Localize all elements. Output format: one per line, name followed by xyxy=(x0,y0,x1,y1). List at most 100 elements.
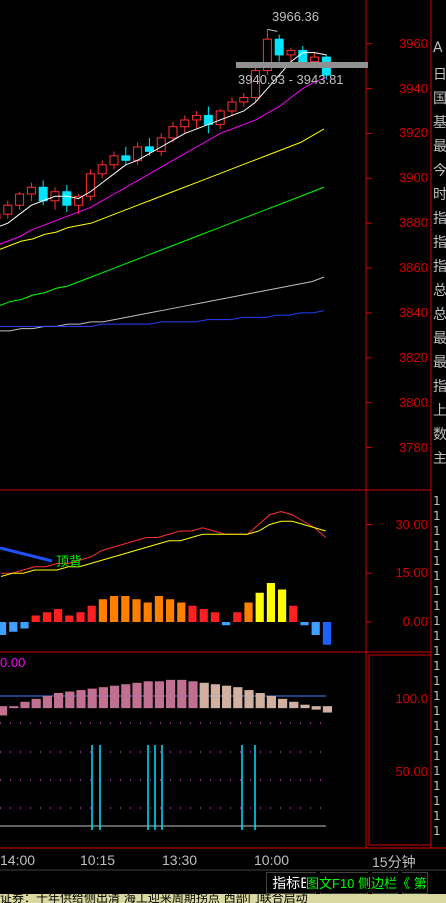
sidebar-number-char: 1 xyxy=(433,629,441,643)
high-price-label: 3966.36 xyxy=(272,9,319,24)
sidebar-number-char: 1 xyxy=(433,719,441,733)
macd-histogram-bar xyxy=(300,622,309,626)
sidebar-number-char: 1 xyxy=(433,554,441,568)
macd-histogram-bar xyxy=(65,615,74,622)
kdj-bar xyxy=(143,681,153,709)
sidebar-number-char: 1 xyxy=(433,734,441,748)
sidebar-number-char: 1 xyxy=(433,599,441,613)
candle-body xyxy=(26,186,36,195)
macd-dea-line xyxy=(0,520,326,577)
ma-line-ma10 xyxy=(0,76,327,245)
sidebar-item-char[interactable]: 数 xyxy=(433,424,446,444)
high-marker-line xyxy=(267,28,278,32)
candle-body xyxy=(274,38,284,56)
sidebar-item-char[interactable]: 指 xyxy=(433,376,446,396)
kdj-bar xyxy=(289,701,299,709)
kdj-bar xyxy=(300,704,310,709)
macd-histogram-bar xyxy=(322,622,331,645)
kdj-bar xyxy=(20,701,30,709)
candle-body xyxy=(180,119,190,128)
macd-histogram-bar xyxy=(222,622,231,626)
candle-body xyxy=(38,186,48,202)
period-label: 15分钟 xyxy=(372,854,416,870)
sidebar-number-char: 1 xyxy=(433,659,441,673)
kdj-axis-label: 100.0 xyxy=(395,690,428,706)
macd-histogram-bar xyxy=(188,605,197,622)
sidebar-item-char[interactable]: 基 xyxy=(433,112,446,132)
sidebar-item-char[interactable]: 指 xyxy=(433,208,446,228)
sidebar-item-char[interactable]: 最 xyxy=(433,328,446,348)
price-axis-label: 3900 xyxy=(399,170,428,186)
candle-body xyxy=(286,49,296,56)
range-price-label: 3940.93 - 3943.81 xyxy=(238,72,344,87)
kdj-bar xyxy=(121,684,131,709)
sidebar-item-char[interactable]: 主 xyxy=(433,448,446,468)
time-axis-label: 14:00 xyxy=(0,852,36,868)
macd-histogram-bar xyxy=(210,612,219,622)
candle-body xyxy=(144,146,154,152)
kdj-bar xyxy=(132,682,142,709)
macd-histogram-bar xyxy=(54,609,63,622)
sidebar-item-char[interactable]: 指 xyxy=(433,256,446,276)
macd-histogram-bar xyxy=(9,622,18,632)
macd-histogram-bar xyxy=(233,612,242,622)
candle-body xyxy=(3,204,13,215)
sidebar-item-char[interactable]: 今 xyxy=(433,160,446,180)
kdj-bar xyxy=(54,693,64,709)
candle-body xyxy=(227,101,237,112)
price-axis-label: 3860 xyxy=(399,260,428,276)
sidebar-number-char: 1 xyxy=(433,494,441,508)
sidebar-item-char[interactable]: 指 xyxy=(433,232,446,252)
price-axis-label: 3780 xyxy=(399,439,428,455)
kdj-bar xyxy=(9,706,19,709)
macd-histogram-bar xyxy=(255,592,264,622)
price-axis-label: 3920 xyxy=(399,125,428,141)
sidebar-item-char[interactable]: 最 xyxy=(433,136,446,156)
kdj-bar xyxy=(199,682,209,709)
range-bar xyxy=(236,62,368,68)
macd-histogram-bar xyxy=(154,596,163,622)
time-axis-label: 13:30 xyxy=(162,852,198,868)
macd-histogram-bar xyxy=(20,622,29,629)
kdj-axis-box xyxy=(368,654,432,846)
candle-body xyxy=(62,191,72,206)
macd-histogram-bar xyxy=(87,605,96,622)
price-axis-label: 3820 xyxy=(399,349,428,365)
sidebar-number-char: 1 xyxy=(433,539,441,553)
sidebar-item-char[interactable]: 时 xyxy=(433,184,446,204)
kdj-bar xyxy=(311,706,321,710)
sidebar-number-char: 1 xyxy=(433,824,441,838)
macd-histogram-bar xyxy=(278,589,287,622)
sidebar-number-char: 1 xyxy=(433,764,441,778)
time-axis-label: 10:00 xyxy=(254,852,290,868)
candle-body xyxy=(310,56,320,63)
f10-sidebar-link[interactable]: 图文F10 侧边栏《 第 xyxy=(306,873,427,892)
sidebar-number-char: 1 xyxy=(433,794,441,808)
sidebar-item-char[interactable]: 最 xyxy=(433,352,446,372)
sidebar-item-char[interactable]: 国 xyxy=(433,88,446,108)
macd-histogram-bar xyxy=(98,599,107,622)
candle-body xyxy=(97,164,107,175)
stock-chart-window: 3960 3940 3920 3900 3880 3860 3840 3820 3800 3780… xyxy=(0,0,446,903)
kdj-bar xyxy=(42,695,52,709)
kdj-bar xyxy=(322,706,332,713)
kdj-bar xyxy=(87,688,97,709)
news-ticker[interactable]: 证券：十年供给侧出清 海工迎来周期拐点 西部门联合启动 xyxy=(0,894,446,903)
sidebar-item-char[interactable]: A xyxy=(433,40,446,56)
sidebar-item-char[interactable]: 日 xyxy=(433,64,446,84)
kdj-bar xyxy=(177,679,187,709)
kdj-bar xyxy=(222,685,232,709)
sidebar-item-char[interactable]: 总 xyxy=(433,304,446,324)
sidebar-number-char: 1 xyxy=(433,644,441,658)
ma-line-ma60 xyxy=(0,276,325,332)
sidebar-number-char: 1 xyxy=(433,749,441,763)
sidebar-item-char[interactable]: 上 xyxy=(433,400,446,420)
sidebar-item-char[interactable]: 总 xyxy=(433,280,446,300)
candle-body xyxy=(298,49,308,63)
price-axis-label: 3960 xyxy=(399,35,428,51)
sidebar-number-char: 1 xyxy=(433,809,441,823)
ma-line-ma120 xyxy=(0,310,325,327)
macd-histogram-bar xyxy=(311,622,320,635)
kdj-bar xyxy=(76,690,86,709)
time-axis-label: 10:15 xyxy=(80,852,116,868)
